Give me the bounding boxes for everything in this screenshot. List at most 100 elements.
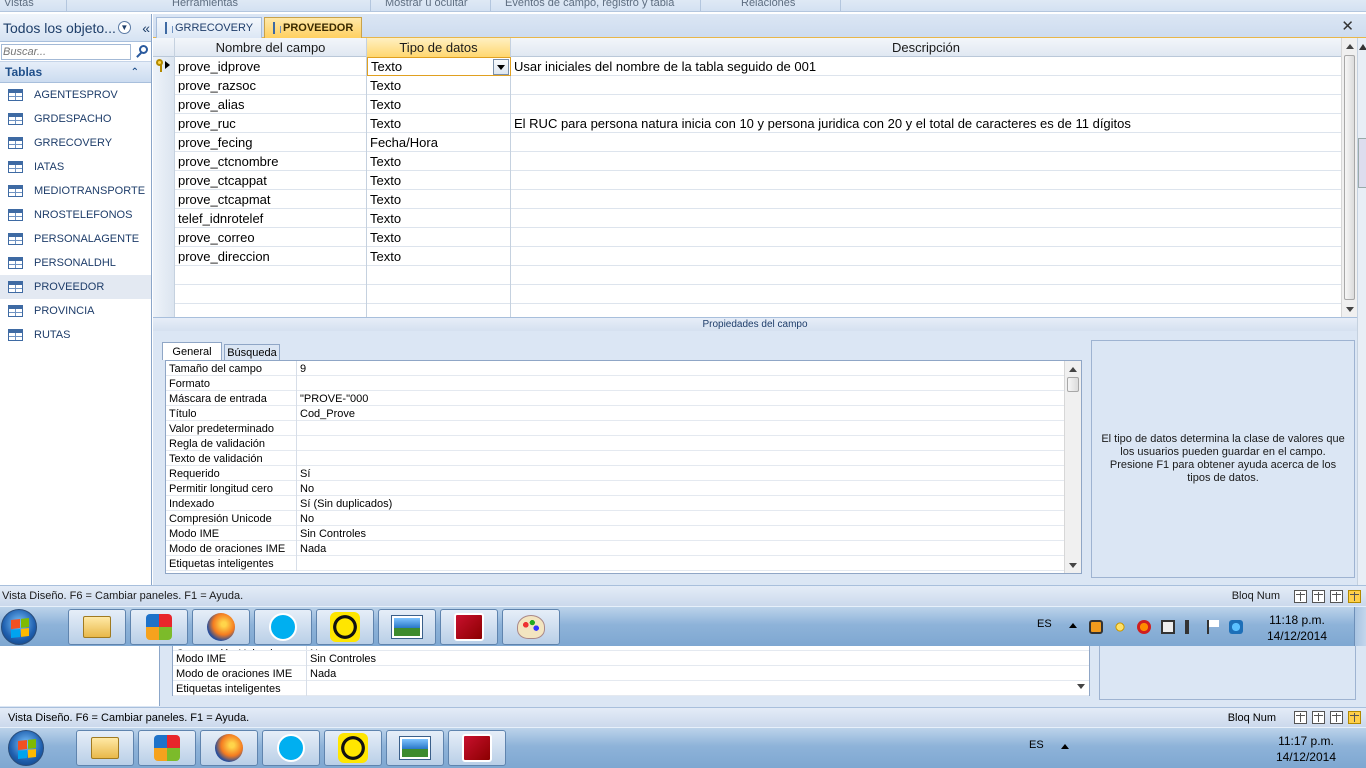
description-cell[interactable] [511, 76, 1341, 95]
tray-flower-icon[interactable] [1113, 620, 1127, 634]
field-name-cell[interactable]: prove_alias [175, 95, 367, 114]
design-view-icon[interactable] [1348, 711, 1361, 724]
field-name-cell[interactable]: prove_ctcapmat [175, 190, 367, 209]
scroll-up-icon[interactable] [1359, 44, 1366, 50]
property-value[interactable]: "PROVE-"000 [297, 391, 1064, 406]
property-row[interactable]: Formato [166, 376, 1081, 391]
field-row[interactable]: prove_razsoc Texto [153, 76, 1341, 95]
row-selector[interactable] [153, 133, 175, 152]
data-type-cell[interactable]: Texto [367, 114, 511, 133]
property-value[interactable]: Sin Controles [307, 651, 1074, 666]
description-cell[interactable] [511, 285, 1341, 304]
taskbar-skype-button[interactable] [262, 730, 320, 766]
field-row[interactable]: telef_idnrotelef Texto [153, 209, 1341, 228]
property-value[interactable]: No [297, 481, 1064, 496]
field-name-cell[interactable]: prove_ctcnombre [175, 152, 367, 171]
nav-item-table[interactable]: PERSONALDHL [0, 251, 151, 275]
row-selector[interactable] [153, 247, 175, 266]
show-hidden-icons-icon[interactable] [1069, 623, 1077, 628]
data-type-cell[interactable] [367, 266, 511, 285]
property-row[interactable]: Modo de oraciones IME Nada [173, 666, 1089, 681]
description-cell[interactable] [511, 133, 1341, 152]
field-name-cell[interactable] [175, 304, 367, 317]
data-type-cell[interactable]: Fecha/Hora [367, 133, 511, 152]
property-scrollbar[interactable] [1064, 361, 1081, 573]
description-cell[interactable]: Usar iniciales del nombre de la tabla se… [511, 57, 1341, 76]
tab-proveedor[interactable]: PROVEEDOR [264, 17, 362, 38]
scroll-up-icon[interactable] [1065, 361, 1081, 377]
field-row[interactable]: prove_alias Texto [153, 95, 1341, 114]
row-selector[interactable] [153, 266, 175, 285]
field-name-cell[interactable] [175, 285, 367, 304]
tray-blocked-icon[interactable] [1137, 620, 1151, 634]
property-value[interactable]: Sí (Sin duplicados) [297, 496, 1064, 511]
row-selector-header[interactable] [153, 38, 175, 57]
description-cell[interactable] [511, 152, 1341, 171]
data-type-cell[interactable] [367, 304, 511, 317]
scroll-thumb[interactable] [1344, 55, 1355, 300]
design-view-icon[interactable] [1348, 589, 1361, 603]
property-value[interactable]: Sin Controles [297, 526, 1064, 541]
taskbar-clock[interactable]: 11:18 p.m. 14/12/2014 [1267, 612, 1327, 644]
property-value[interactable]: No [297, 511, 1064, 526]
property-value[interactable]: 9 [297, 361, 1064, 376]
field-row[interactable] [153, 304, 1341, 317]
taskbar-clock[interactable]: 11:17 p.m. 14/12/2014 [1276, 733, 1336, 765]
property-value[interactable] [307, 681, 1074, 696]
nav-item-table[interactable]: GRDESPACHO [0, 107, 151, 131]
nav-title[interactable]: Todos los objeto... [3, 20, 116, 36]
taskbar-app-q-button[interactable] [324, 730, 382, 766]
grid-scrollbar[interactable] [1341, 38, 1357, 317]
chevron-down-icon[interactable]: ▼ [117, 21, 131, 34]
property-value[interactable]: Cod_Prove [297, 406, 1064, 421]
nav-item-table[interactable]: PROVEEDOR [0, 275, 151, 299]
nav-item-table[interactable]: RUTAS [0, 323, 151, 347]
scroll-down-icon[interactable] [1077, 684, 1085, 689]
datasheet-view-icon[interactable] [1294, 589, 1307, 603]
nav-item-table[interactable]: IATAS [0, 155, 151, 179]
start-button[interactable] [8, 730, 44, 766]
property-row[interactable]: Tamaño del campo 9 [166, 361, 1081, 376]
collapse-pane-icon[interactable]: « [142, 20, 150, 36]
close-icon[interactable]: ✕ [1341, 17, 1354, 35]
scroll-down-icon[interactable] [1342, 301, 1357, 317]
data-type-cell[interactable]: Texto [367, 228, 511, 247]
property-row[interactable]: Etiquetas inteligentes [166, 556, 1081, 571]
property-value[interactable] [297, 451, 1064, 466]
tray-app-icon[interactable] [1089, 620, 1103, 634]
field-name-cell[interactable]: prove_ruc [175, 114, 367, 133]
field-row[interactable]: prove_ruc Texto El RUC para persona natura… [153, 114, 1341, 133]
field-name-cell[interactable] [175, 266, 367, 285]
search-icon[interactable] [135, 44, 149, 59]
field-row[interactable]: prove_ctcapmat Texto [153, 190, 1341, 209]
description-cell[interactable] [511, 228, 1341, 247]
chevron-up-icon[interactable]: ⌃ [131, 67, 139, 78]
row-selector[interactable] [153, 76, 175, 95]
row-selector[interactable] [153, 285, 175, 304]
nav-group-tablas[interactable]: Tablas ⌃ [0, 62, 151, 83]
show-desktop-button[interactable] [1354, 607, 1366, 647]
field-row[interactable]: prove_fecing Fecha/Hora [153, 133, 1341, 152]
field-name-cell[interactable]: prove_idprove [175, 57, 367, 76]
property-row[interactable]: Valor predeterminado [166, 421, 1081, 436]
property-row[interactable]: Etiquetas inteligentes [173, 681, 1089, 696]
tab-general[interactable]: General [162, 342, 222, 360]
row-selector[interactable] [153, 95, 175, 114]
property-row[interactable]: Modo de oraciones IME Nada [166, 541, 1081, 556]
scroll-thumb[interactable] [1067, 377, 1079, 392]
nav-item-table[interactable]: GRRECOVERY [0, 131, 151, 155]
property-value[interactable] [297, 556, 1064, 571]
row-selector[interactable] [153, 152, 175, 171]
scroll-up-icon[interactable] [1342, 38, 1357, 54]
data-type-cell[interactable]: Texto [367, 171, 511, 190]
data-type-cell[interactable]: Texto [367, 209, 511, 228]
data-type-cell[interactable] [367, 285, 511, 304]
field-name-cell[interactable]: prove_razsoc [175, 76, 367, 95]
data-type-cell[interactable]: Texto [367, 95, 511, 114]
property-value[interactable]: Sí [297, 466, 1064, 481]
taskbar-access-button[interactable] [448, 730, 506, 766]
field-row[interactable]: prove_correo Texto [153, 228, 1341, 247]
datasheet-view-icon[interactable] [1294, 711, 1307, 724]
property-row[interactable]: Modo IME Sin Controles [166, 526, 1081, 541]
chevron-down-icon[interactable] [493, 59, 509, 75]
